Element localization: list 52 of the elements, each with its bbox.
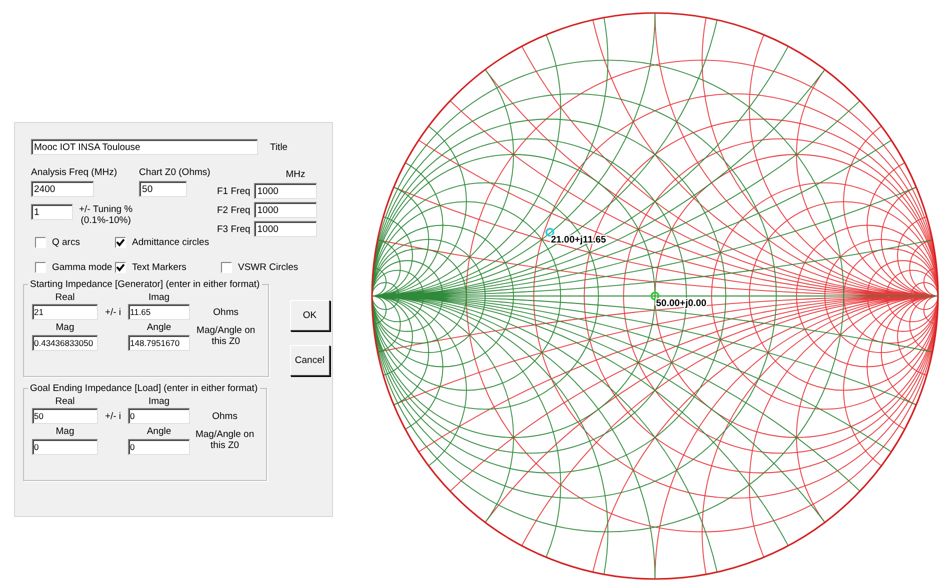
group-title: Starting Impedance [Generator] (enter in either format) xyxy=(30,279,260,290)
real-field[interactable]: 50 xyxy=(32,408,98,424)
checkbox[interactable] xyxy=(35,237,46,248)
chart-z0-label: Chart Z0 (Ohms) xyxy=(139,167,210,178)
analysis-freq-label: Analysis Freq (MHz) xyxy=(31,167,118,178)
analysis-freq-field[interactable]: 2400 xyxy=(31,181,94,197)
freq-field[interactable]: 1000 xyxy=(254,221,318,237)
checkbox[interactable] xyxy=(115,237,126,248)
imag-field[interactable]: 11.65 xyxy=(128,304,190,320)
checkbox-label: VSWR Circles xyxy=(238,262,298,273)
tuning-label: +/- Tuning % xyxy=(79,204,133,215)
title-field[interactable]: Mooc IOT INSA Toulouse xyxy=(31,139,258,155)
real-label: Real xyxy=(55,292,75,303)
checkbox-label: Admittance circles xyxy=(132,237,210,248)
freq-label: F1 Freq xyxy=(217,186,250,196)
chart-z0-field[interactable]: 50 xyxy=(139,181,188,197)
freq-field[interactable]: 1000 xyxy=(254,202,318,218)
freq-label: F2 Freq xyxy=(217,204,250,216)
checkbox-label: Gamma mode xyxy=(52,262,112,273)
mag-angle-note: Mag/Angle on this Z0 xyxy=(196,324,256,346)
checkbox-label: Q arcs xyxy=(52,237,80,248)
ohms-label: Ohms xyxy=(213,306,239,318)
checkbox[interactable] xyxy=(221,262,232,273)
mag-field[interactable]: 0.43436833050 xyxy=(32,335,98,351)
mag-label: Mag xyxy=(56,426,74,437)
mag-angle-note: Mag/Angle on this Z0 xyxy=(194,428,256,450)
ohms-label: Ohms xyxy=(212,410,238,422)
checkbox[interactable] xyxy=(35,262,46,273)
imag-label: Imag xyxy=(148,396,170,407)
angle-label: Angle xyxy=(146,426,172,437)
checkbox[interactable] xyxy=(115,262,126,273)
group-title: Goal Ending Impedance [Load] (enter in either format) xyxy=(30,383,258,394)
unit-label: MHz xyxy=(286,169,306,180)
freq-label: F3 Freq xyxy=(217,224,250,234)
imag-field[interactable]: 0 xyxy=(128,408,190,424)
mag-label: Mag xyxy=(56,322,74,333)
imag-label: Imag xyxy=(148,292,170,303)
checkbox-label: Text Markers xyxy=(132,262,186,273)
separator-label: +/- i xyxy=(104,306,122,318)
dialog-button[interactable]: OK xyxy=(290,300,330,331)
angle-label: Angle xyxy=(146,322,172,333)
tuning-range: (0.1%-10%) xyxy=(80,215,131,226)
freq-field[interactable]: 1000 xyxy=(254,183,318,199)
real-label: Real xyxy=(55,396,75,407)
angle-field[interactable]: 148.7951670 xyxy=(128,335,190,351)
real-field[interactable]: 21 xyxy=(32,304,98,320)
angle-field[interactable]: 0 xyxy=(128,439,190,455)
title-label: Title xyxy=(270,142,288,152)
separator-label: +/- i xyxy=(104,410,122,422)
mag-field[interactable]: 0 xyxy=(32,439,98,455)
tuning-field[interactable]: 1 xyxy=(31,204,73,220)
dialog-button[interactable]: Cancel xyxy=(290,345,330,376)
